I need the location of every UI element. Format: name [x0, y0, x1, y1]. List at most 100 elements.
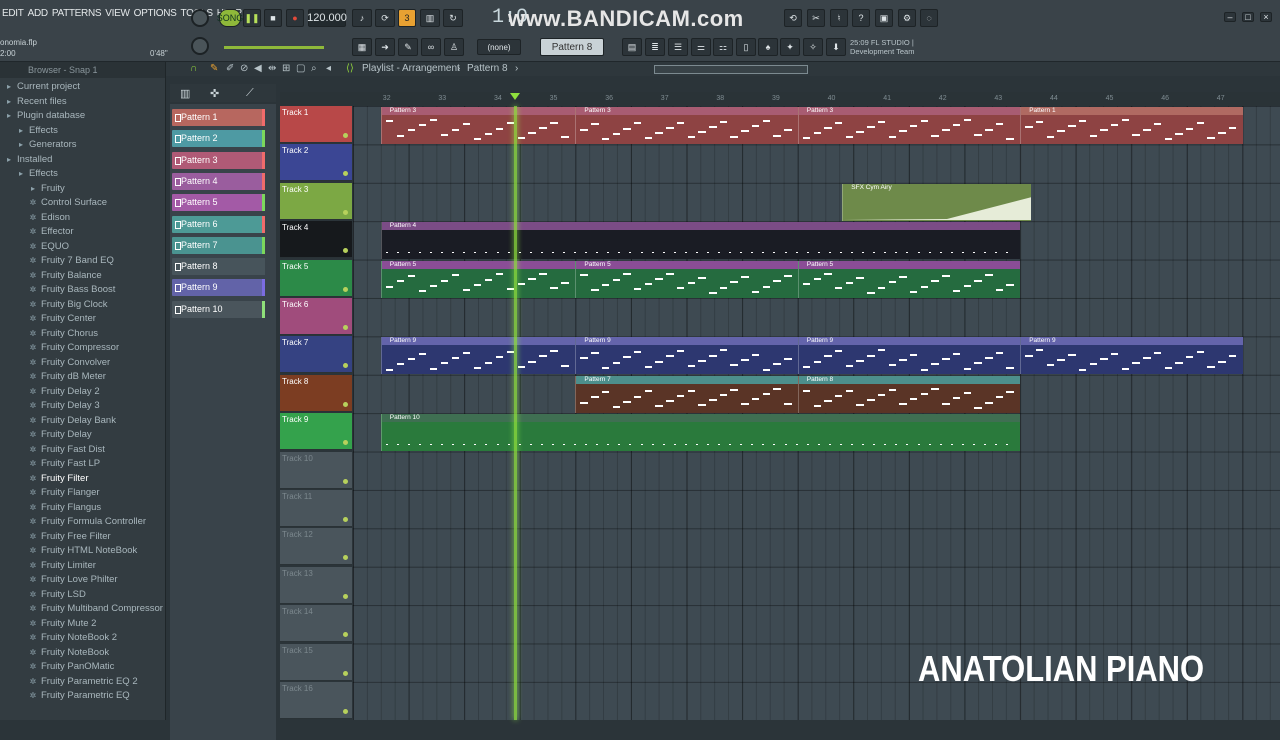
browser-item[interactable]: ✲ Fruity Flanger [0, 486, 165, 501]
master-pitch-slider[interactable] [224, 46, 324, 49]
zoom-tool-icon[interactable]: ⌕ [311, 63, 317, 74]
track-mute-led[interactable] [343, 325, 348, 330]
browser-item[interactable]: ▸ Fruity [0, 182, 165, 197]
automation-picker-icon[interactable]: ⟋ [246, 87, 254, 100]
browser-item[interactable]: ✲ Fruity Delay [0, 428, 165, 443]
browser-item[interactable]: ✲ Fruity Fast Dist [0, 443, 165, 458]
browser-item[interactable]: ✲ Fruity Formula Controller [0, 515, 165, 530]
menu-patterns[interactable]: PATTERNS [50, 8, 103, 19]
step-edit-icon[interactable]: ▥ [420, 9, 440, 27]
plugin-picker-icon[interactable]: ⚌ [691, 38, 711, 56]
playhead[interactable] [514, 106, 518, 720]
track-mute-led[interactable] [343, 632, 348, 638]
playlist-clip[interactable]: Pattern 5 [380, 260, 576, 298]
playlist-clip[interactable]: Pattern 10 [380, 414, 1021, 452]
playlist-clip[interactable]: Pattern 9 [1020, 337, 1243, 375]
playlist-clip[interactable]: Pattern 1 [1020, 107, 1243, 144]
browser-item[interactable]: ✲ EQUO [0, 240, 165, 255]
browser-item[interactable]: ✲ Fruity dB Meter [0, 370, 165, 385]
browser-item[interactable]: ▸ Effects [0, 167, 165, 182]
tempo-display[interactable]: 120.000 [307, 9, 347, 27]
track-header[interactable]: Track 14 [280, 605, 352, 643]
stamp-icon[interactable]: ♙ [444, 38, 464, 56]
pattern-picker-item[interactable]: Pattern 10 [172, 300, 265, 318]
browser-item[interactable]: ✲ Fruity Mute 2 [0, 617, 165, 632]
browser-item[interactable]: ✲ Fruity NoteBook [0, 646, 165, 661]
plugin-icon[interactable]: ⚙ [898, 9, 916, 27]
browser-item[interactable]: ✲ Fruity Filter [0, 472, 165, 487]
track-mute-led[interactable] [343, 171, 348, 177]
playlist-clip[interactable]: SFX Cym Airy [842, 183, 1032, 221]
menu-view[interactable]: VIEW [103, 8, 131, 19]
track-header[interactable]: Track 12 [280, 528, 352, 566]
minimize-icon[interactable]: – [1224, 12, 1236, 22]
play-button[interactable]: ❚❚ [243, 9, 261, 27]
track-mute-led[interactable] [343, 517, 348, 522]
playback-tool-icon[interactable]: ◂ [326, 63, 331, 74]
track-mute-led[interactable] [343, 286, 348, 292]
mute-tool-icon[interactable]: ◀ [254, 63, 262, 74]
track-mute-led[interactable] [343, 248, 348, 254]
track-mute-led[interactable] [343, 478, 348, 484]
browser-item[interactable]: ✲ Fruity Chorus [0, 327, 165, 342]
bulb-icon[interactable]: ♠ [758, 38, 778, 56]
track-header[interactable]: Track 7 [280, 336, 352, 374]
browser-item[interactable]: ✲ Fruity Parametric EQ [0, 689, 165, 704]
track-header[interactable]: Track 16 [280, 682, 352, 719]
pattern-picker-icon[interactable]: ▥ [180, 87, 190, 100]
browser-icon[interactable]: ☰ [668, 38, 688, 56]
master-volume-knob[interactable] [191, 9, 209, 27]
help-icon[interactable]: ? [852, 9, 870, 27]
track-header[interactable]: Track 2 [280, 144, 352, 182]
slip-tool-icon[interactable]: ⇹ [268, 63, 276, 74]
track-mute-led[interactable] [343, 670, 348, 676]
menu-edit[interactable]: EDIT [0, 8, 26, 19]
blend-icon[interactable]: ⟳ [375, 9, 395, 27]
track-mute-led[interactable] [343, 401, 348, 407]
browser-item[interactable]: ▸ Plugin database [0, 109, 165, 124]
browser-item[interactable]: ✲ Fruity 7 Band EQ [0, 254, 165, 269]
browser-item[interactable]: ✲ Control Surface [0, 196, 165, 211]
paint-tool-icon[interactable]: ✐ [226, 63, 234, 74]
mic-icon[interactable]: ♮ [830, 9, 848, 27]
browser-item[interactable]: ✲ Edison [0, 211, 165, 226]
channel-rack-icon[interactable]: ▤ [622, 38, 642, 56]
browser-item[interactable]: ✲ Fruity Center [0, 312, 165, 327]
browser-item[interactable]: ▸ Generators [0, 138, 165, 153]
playlist-clip[interactable]: Pattern 9 [797, 337, 1021, 375]
browser-item[interactable]: ✲ Fruity Flangus [0, 501, 165, 516]
pattern-picker-item[interactable]: Pattern 6 [172, 215, 265, 233]
track-header[interactable]: Track 13 [280, 566, 352, 604]
playlist-clip[interactable]: Pattern 5 [575, 260, 798, 298]
pattern-picker-item[interactable]: Pattern 9 [172, 279, 265, 297]
track-mute-led[interactable] [343, 363, 348, 369]
browser-item[interactable]: ✲ Fruity HTML NoteBook [0, 544, 165, 559]
track-header[interactable]: Track 5 [280, 259, 352, 297]
tree-icon[interactable]: ⚏ [713, 38, 733, 56]
track-mute-led[interactable] [343, 209, 348, 215]
mixer-icon[interactable]: ≣ [645, 38, 665, 56]
browser-item[interactable]: ✲ Fruity Fast LP [0, 457, 165, 472]
timeline-ruler[interactable]: 32 33 34 35 36 37 38 39 40 41 42 43 44 45 46 47 [353, 92, 1280, 106]
browser-item[interactable]: ✲ Effector [0, 225, 165, 240]
playlist-clip[interactable]: Pattern 3 [575, 107, 798, 144]
track-header[interactable]: Track 1 [280, 106, 352, 143]
pattern-picker-item[interactable]: Pattern 7 [172, 236, 265, 254]
browser-item[interactable]: ✲ Fruity NoteBook 2 [0, 631, 165, 646]
tools-icon[interactable]: ✧ [803, 38, 823, 56]
chat-icon[interactable]: ◌ [920, 9, 938, 27]
pattern-select[interactable]: Pattern 8 [540, 38, 604, 56]
menu-options[interactable]: OPTIONS [132, 8, 179, 19]
browser-item[interactable]: ✲ Fruity Big Clock [0, 298, 165, 313]
browser-item[interactable]: ✲ Fruity Compressor [0, 341, 165, 356]
menu-add[interactable]: ADD [26, 8, 50, 19]
pattern-picker-item[interactable]: Pattern 1 [172, 109, 265, 126]
browser-item[interactable]: ▸ Installed [0, 153, 165, 168]
pattern-picker-item[interactable]: Pattern 2 [172, 130, 265, 148]
stop-button[interactable]: ■ [264, 9, 282, 27]
pattern-picker-item[interactable]: Pattern 3 [172, 151, 265, 169]
page-icon[interactable]: ▯ [736, 38, 756, 56]
pattern-picker-item[interactable]: Pattern 4 [172, 172, 265, 190]
browser-item[interactable]: ▸ Recent files [0, 95, 165, 110]
browser-item[interactable]: ✲ Fruity LSD [0, 588, 165, 603]
